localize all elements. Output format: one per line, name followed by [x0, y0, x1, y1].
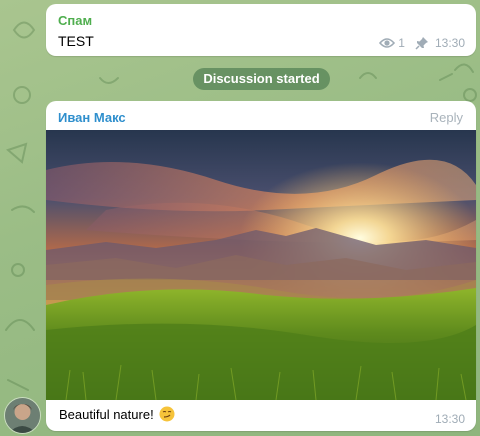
message-caption: Beautiful nature! [59, 406, 175, 422]
avatar-image [5, 398, 40, 433]
message-sender[interactable]: Иван Макс [58, 110, 126, 125]
eye-icon [379, 38, 396, 48]
reply-button[interactable]: Reply [430, 110, 463, 125]
message-time: 13:30 [434, 36, 465, 50]
message-photo[interactable] [46, 130, 476, 400]
message-sender[interactable]: Спам [58, 13, 92, 28]
caption-text: Beautiful nature! [59, 406, 154, 422]
message-bubble-spam[interactable]: Спам TEST 1 13:30 [46, 4, 476, 56]
message-meta: 1 13:30 [379, 36, 465, 50]
message-bubble-ivan[interactable]: Иван Макс Reply Beautiful nature! 13:30 [46, 101, 476, 431]
service-message: Discussion started [193, 68, 330, 90]
view-count: 1 [398, 36, 405, 50]
avatar[interactable] [4, 397, 41, 434]
message-text: TEST [58, 33, 94, 49]
pin-icon [415, 37, 428, 50]
smirk-emoji-icon [159, 406, 175, 422]
message-time: 13:30 [434, 412, 465, 426]
